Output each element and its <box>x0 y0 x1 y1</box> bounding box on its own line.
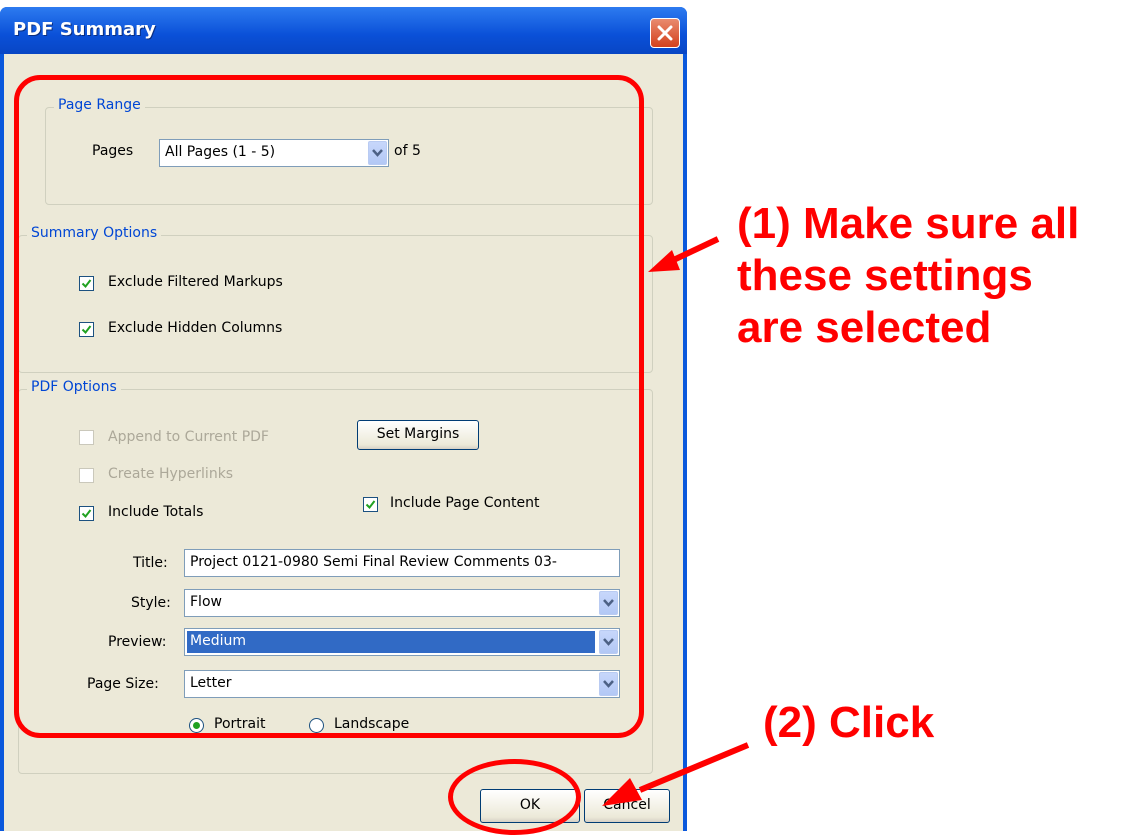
step1-instruction: (1) Make sure all these settings are sel… <box>737 198 1079 354</box>
step1-line1: (1) Make sure all <box>737 199 1080 248</box>
settings-highlight-frame <box>14 75 644 738</box>
ok-highlight-oval <box>448 759 581 835</box>
cancel-button[interactable]: Cancel <box>584 789 670 823</box>
step2-instruction: (2) Click <box>763 698 935 747</box>
close-button[interactable] <box>650 18 680 48</box>
step1-line2: these settings <box>737 251 1033 300</box>
cancel-label: Cancel <box>603 797 651 813</box>
close-icon <box>657 25 673 41</box>
step1-line3: are selected <box>737 303 992 352</box>
title-bar[interactable]: PDF Summary <box>0 7 687 54</box>
dialog-title: PDF Summary <box>13 19 156 40</box>
